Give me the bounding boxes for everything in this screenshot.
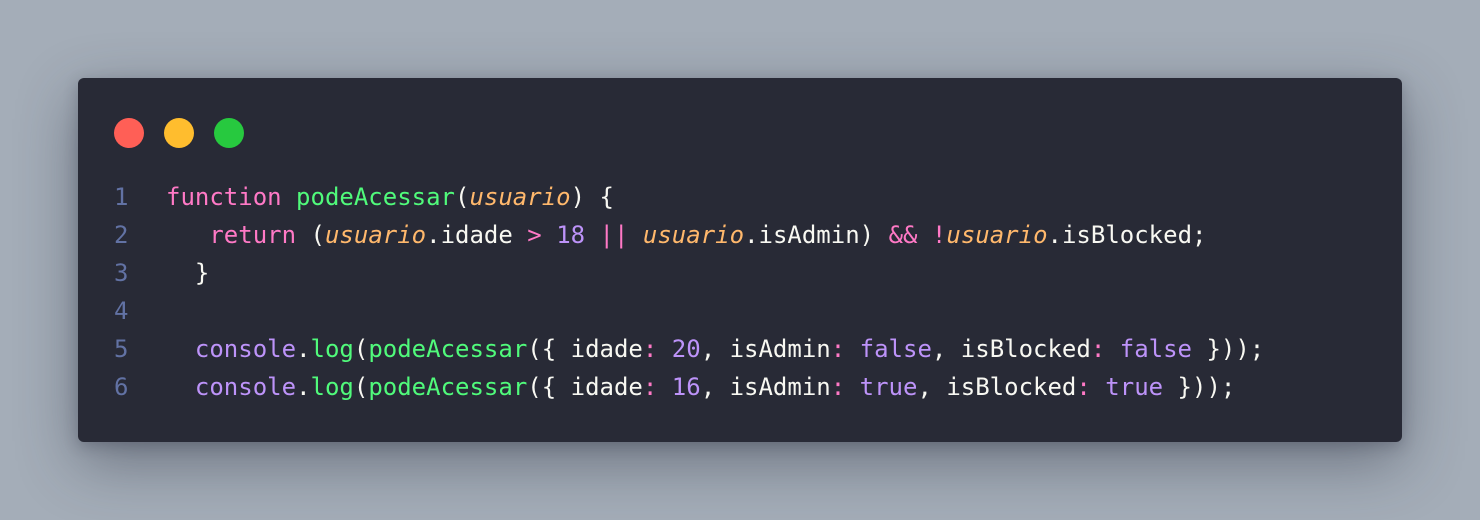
code-token: , isBlocked <box>931 335 1091 363</box>
code-token: })); <box>1163 373 1236 401</box>
code-token: podeAcessar <box>296 183 455 211</box>
code-token: ( <box>455 183 470 211</box>
code-token: ({ idade <box>527 335 643 363</box>
code-token: > <box>527 221 542 249</box>
code-token: 20 <box>671 335 701 363</box>
code-line-content: console.log(podeAcessar({ idade: 16, isA… <box>166 368 1235 406</box>
code-token: : <box>830 373 846 401</box>
code-token: console <box>194 335 297 363</box>
code-token: ( <box>353 373 369 401</box>
close-dot-icon[interactable] <box>114 118 144 148</box>
code-token: usuario <box>324 221 427 249</box>
line-number: 4 <box>114 297 129 325</box>
code-window: 1 function podeAcessar(usuario) {2 return… <box>78 78 1402 442</box>
code-token: && <box>888 221 918 249</box>
line-number: 5 <box>114 335 129 363</box>
code-token: log <box>310 373 354 401</box>
code-token: false <box>1119 335 1192 363</box>
code-token: ({ idade <box>527 373 643 401</box>
code-token: podeAcessar <box>368 373 528 401</box>
code-token: ) { <box>570 183 614 211</box>
code-token: , isAdmin <box>700 335 831 363</box>
line-number: 3 <box>114 259 129 287</box>
code-token: . <box>296 373 311 401</box>
code-token: console <box>194 373 297 401</box>
code-token: , isBlocked <box>917 373 1077 401</box>
code-token: log <box>310 335 354 363</box>
code-token: false <box>859 335 932 363</box>
code-token: .isBlocked; <box>1047 221 1207 249</box>
code-token: true <box>1105 373 1164 401</box>
code-token: : <box>642 335 658 363</box>
code-token: , isAdmin <box>700 373 831 401</box>
code-line: 4 <box>78 292 1402 330</box>
code-token: 16 <box>671 373 701 401</box>
minimize-dot-icon[interactable] <box>164 118 194 148</box>
code-token: : <box>1090 335 1106 363</box>
code-line: 6 console.log(podeAcessar({ idade: 16, i… <box>78 368 1402 406</box>
code-token: ( <box>296 221 325 249</box>
line-number: 1 <box>114 183 129 211</box>
code-token: return <box>209 221 297 249</box>
maximize-dot-icon[interactable] <box>214 118 244 148</box>
code-token: })); <box>1192 335 1265 363</box>
code-token: function <box>166 183 282 211</box>
code-line-content: return (usuario.idade > 18 || usuario.is… <box>166 216 1206 254</box>
code-token: : <box>830 335 846 363</box>
code-token: 18 <box>556 221 586 249</box>
code-token: ! <box>931 221 947 249</box>
code-line-content: } <box>166 254 209 292</box>
code-block: 1 function podeAcessar(usuario) {2 return… <box>78 178 1402 406</box>
code-line: 1 function podeAcessar(usuario) { <box>78 178 1402 216</box>
line-number: 2 <box>114 221 129 249</box>
code-token: : <box>1076 373 1091 401</box>
code-token: usuario <box>946 221 1048 249</box>
code-token: usuario <box>469 183 571 211</box>
code-line-content: function podeAcessar(usuario) { <box>166 178 614 216</box>
code-line: 2 return (usuario.idade > 18 || usuario.… <box>78 216 1402 254</box>
code-token: } <box>180 259 210 287</box>
code-token: || <box>599 221 629 249</box>
code-token: .isAdmin) <box>744 221 889 249</box>
code-token: : <box>642 373 658 401</box>
code-token: true <box>859 373 918 401</box>
code-token: usuario <box>642 221 745 249</box>
code-token: ( <box>353 335 369 363</box>
code-token: podeAcessar <box>368 335 528 363</box>
code-line: 3 } <box>78 254 1402 292</box>
line-number: 6 <box>114 373 129 401</box>
code-line-content: console.log(podeAcessar({ idade: 20, isA… <box>166 330 1264 368</box>
code-line: 5 console.log(podeAcessar({ idade: 20, i… <box>78 330 1402 368</box>
code-token: .idade <box>426 221 528 249</box>
code-token: . <box>296 335 311 363</box>
